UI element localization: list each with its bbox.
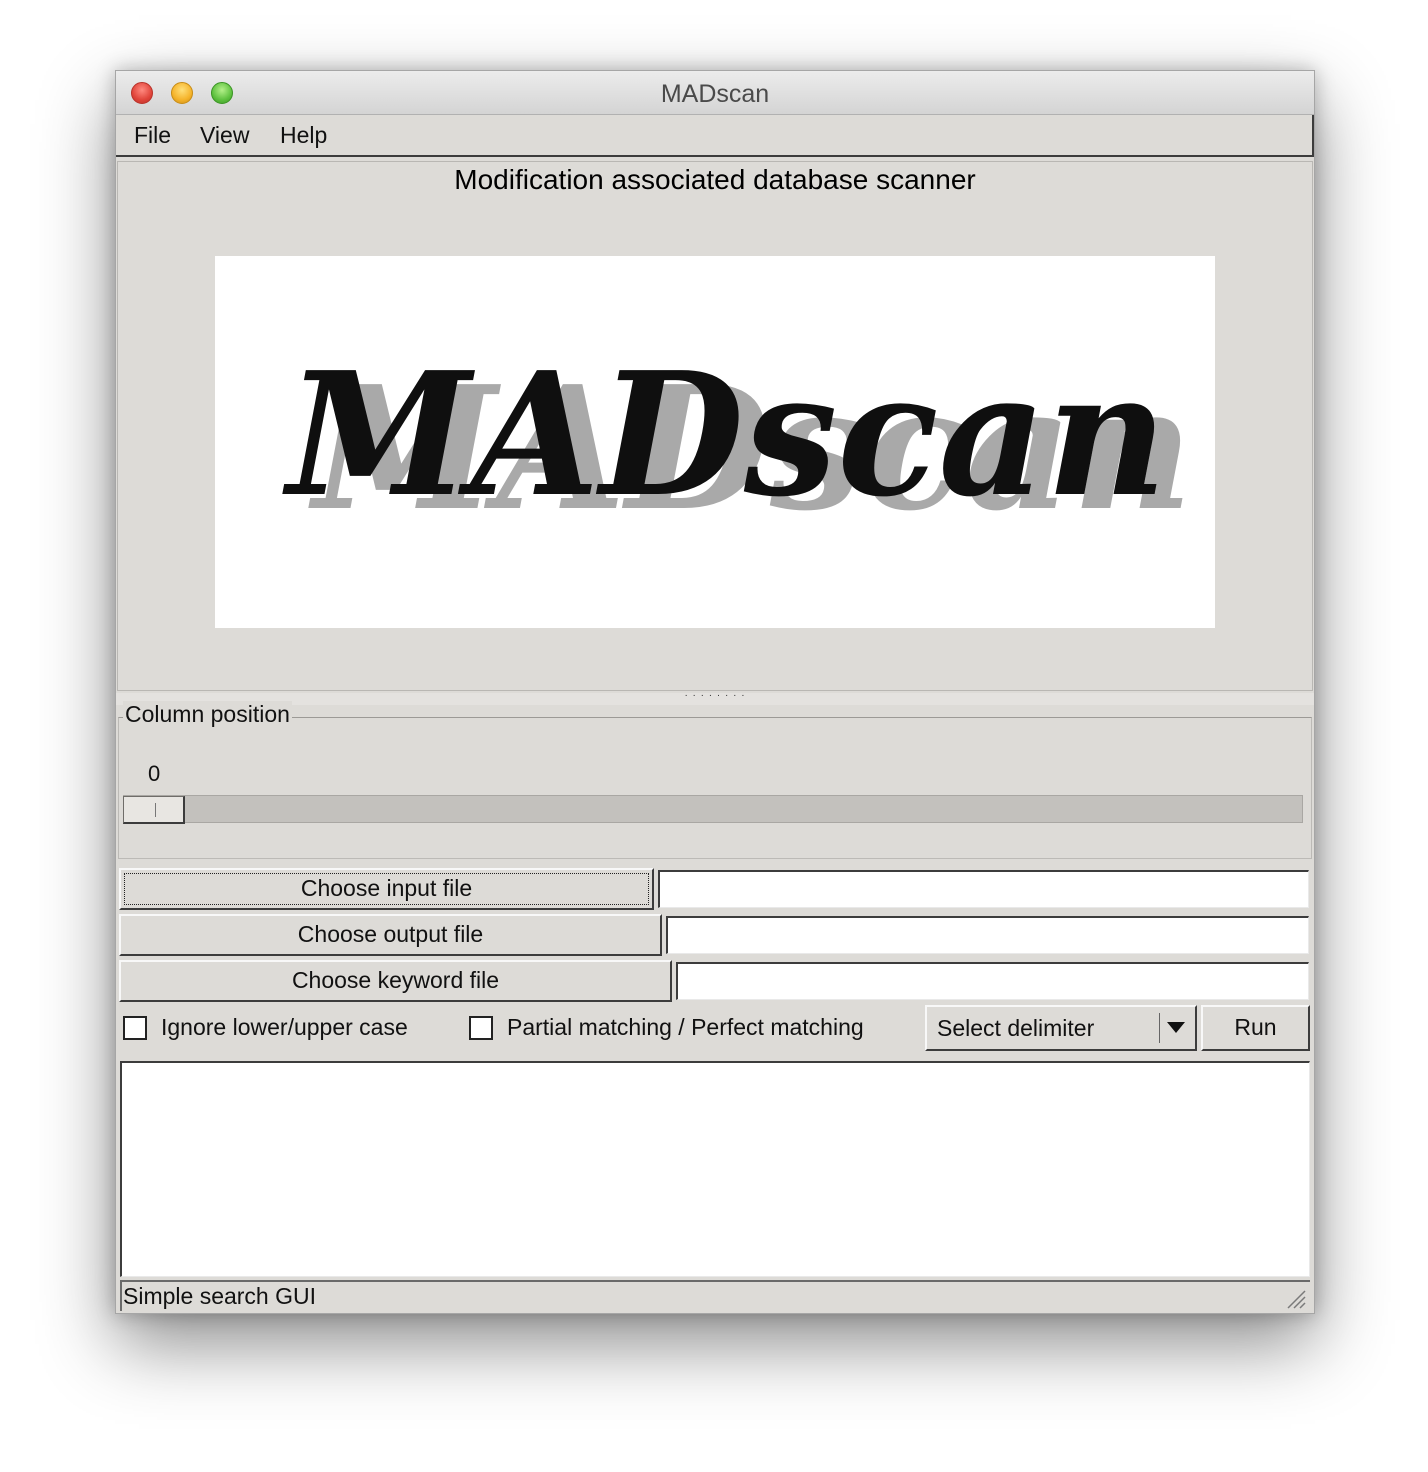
header-panel: Modification associated database scanner… <box>117 161 1313 691</box>
madscan-logo: MADscan MADscan <box>215 256 1215 628</box>
pane-splitter[interactable]: · · · · · · · · <box>116 691 1314 705</box>
status-text: Simple search GUI <box>123 1283 317 1309</box>
choose-output-file-button[interactable]: Choose output file <box>119 914 662 956</box>
partial-matching-checkbox[interactable] <box>469 1016 493 1040</box>
logo-image: MADscan MADscan <box>282 335 1193 549</box>
delimiter-select-divider <box>1159 1013 1160 1043</box>
menu-file[interactable]: File <box>134 122 171 149</box>
menu-help[interactable]: Help <box>280 122 327 149</box>
window-title: MADscan <box>660 80 770 108</box>
dropdown-arrow-icon[interactable] <box>1167 1022 1185 1033</box>
input-file-field[interactable] <box>658 870 1309 908</box>
column-position-value: 0 <box>148 761 161 786</box>
delimiter-select-value: Select delimiter <box>937 1015 1095 1041</box>
column-position-label: Column position <box>123 701 292 728</box>
partial-matching-label[interactable]: Partial matching / Perfect matching <box>507 1014 864 1041</box>
choose-keyword-file-button[interactable]: Choose keyword file <box>119 960 672 1002</box>
column-position-slider-trough[interactable] <box>123 795 1303 823</box>
column-position-group <box>118 717 1312 859</box>
resize-grip-icon[interactable] <box>1284 1287 1306 1309</box>
keyword-file-field[interactable] <box>676 962 1309 1000</box>
menu-view[interactable]: View <box>200 122 249 149</box>
choose-output-file-label: Choose output file <box>297 921 484 947</box>
run-button-label: Run <box>1234 1014 1277 1040</box>
status-bar: Simple search GUI <box>120 1280 1310 1311</box>
ignore-case-label[interactable]: Ignore lower/upper case <box>161 1014 408 1041</box>
run-button[interactable]: Run <box>1201 1005 1310 1051</box>
choose-input-file-label: Choose input file <box>300 875 473 901</box>
app-window: MADscan File View Help Modification asso… <box>115 70 1315 1314</box>
choose-input-file-button[interactable]: Choose input file <box>119 868 654 910</box>
title-bar[interactable]: MADscan <box>116 71 1314 115</box>
column-position-slider-thumb[interactable] <box>123 796 185 824</box>
ignore-case-checkbox[interactable] <box>123 1016 147 1040</box>
choose-keyword-file-label: Choose keyword file <box>291 967 500 993</box>
output-file-field[interactable] <box>666 916 1309 954</box>
results-output-area[interactable] <box>120 1061 1310 1277</box>
delimiter-select[interactable]: Select delimiter <box>925 1005 1197 1051</box>
logo-text: MADscan <box>282 335 1167 535</box>
menu-bar: File View Help <box>116 115 1314 157</box>
app-subtitle: Modification associated database scanner <box>454 164 976 195</box>
